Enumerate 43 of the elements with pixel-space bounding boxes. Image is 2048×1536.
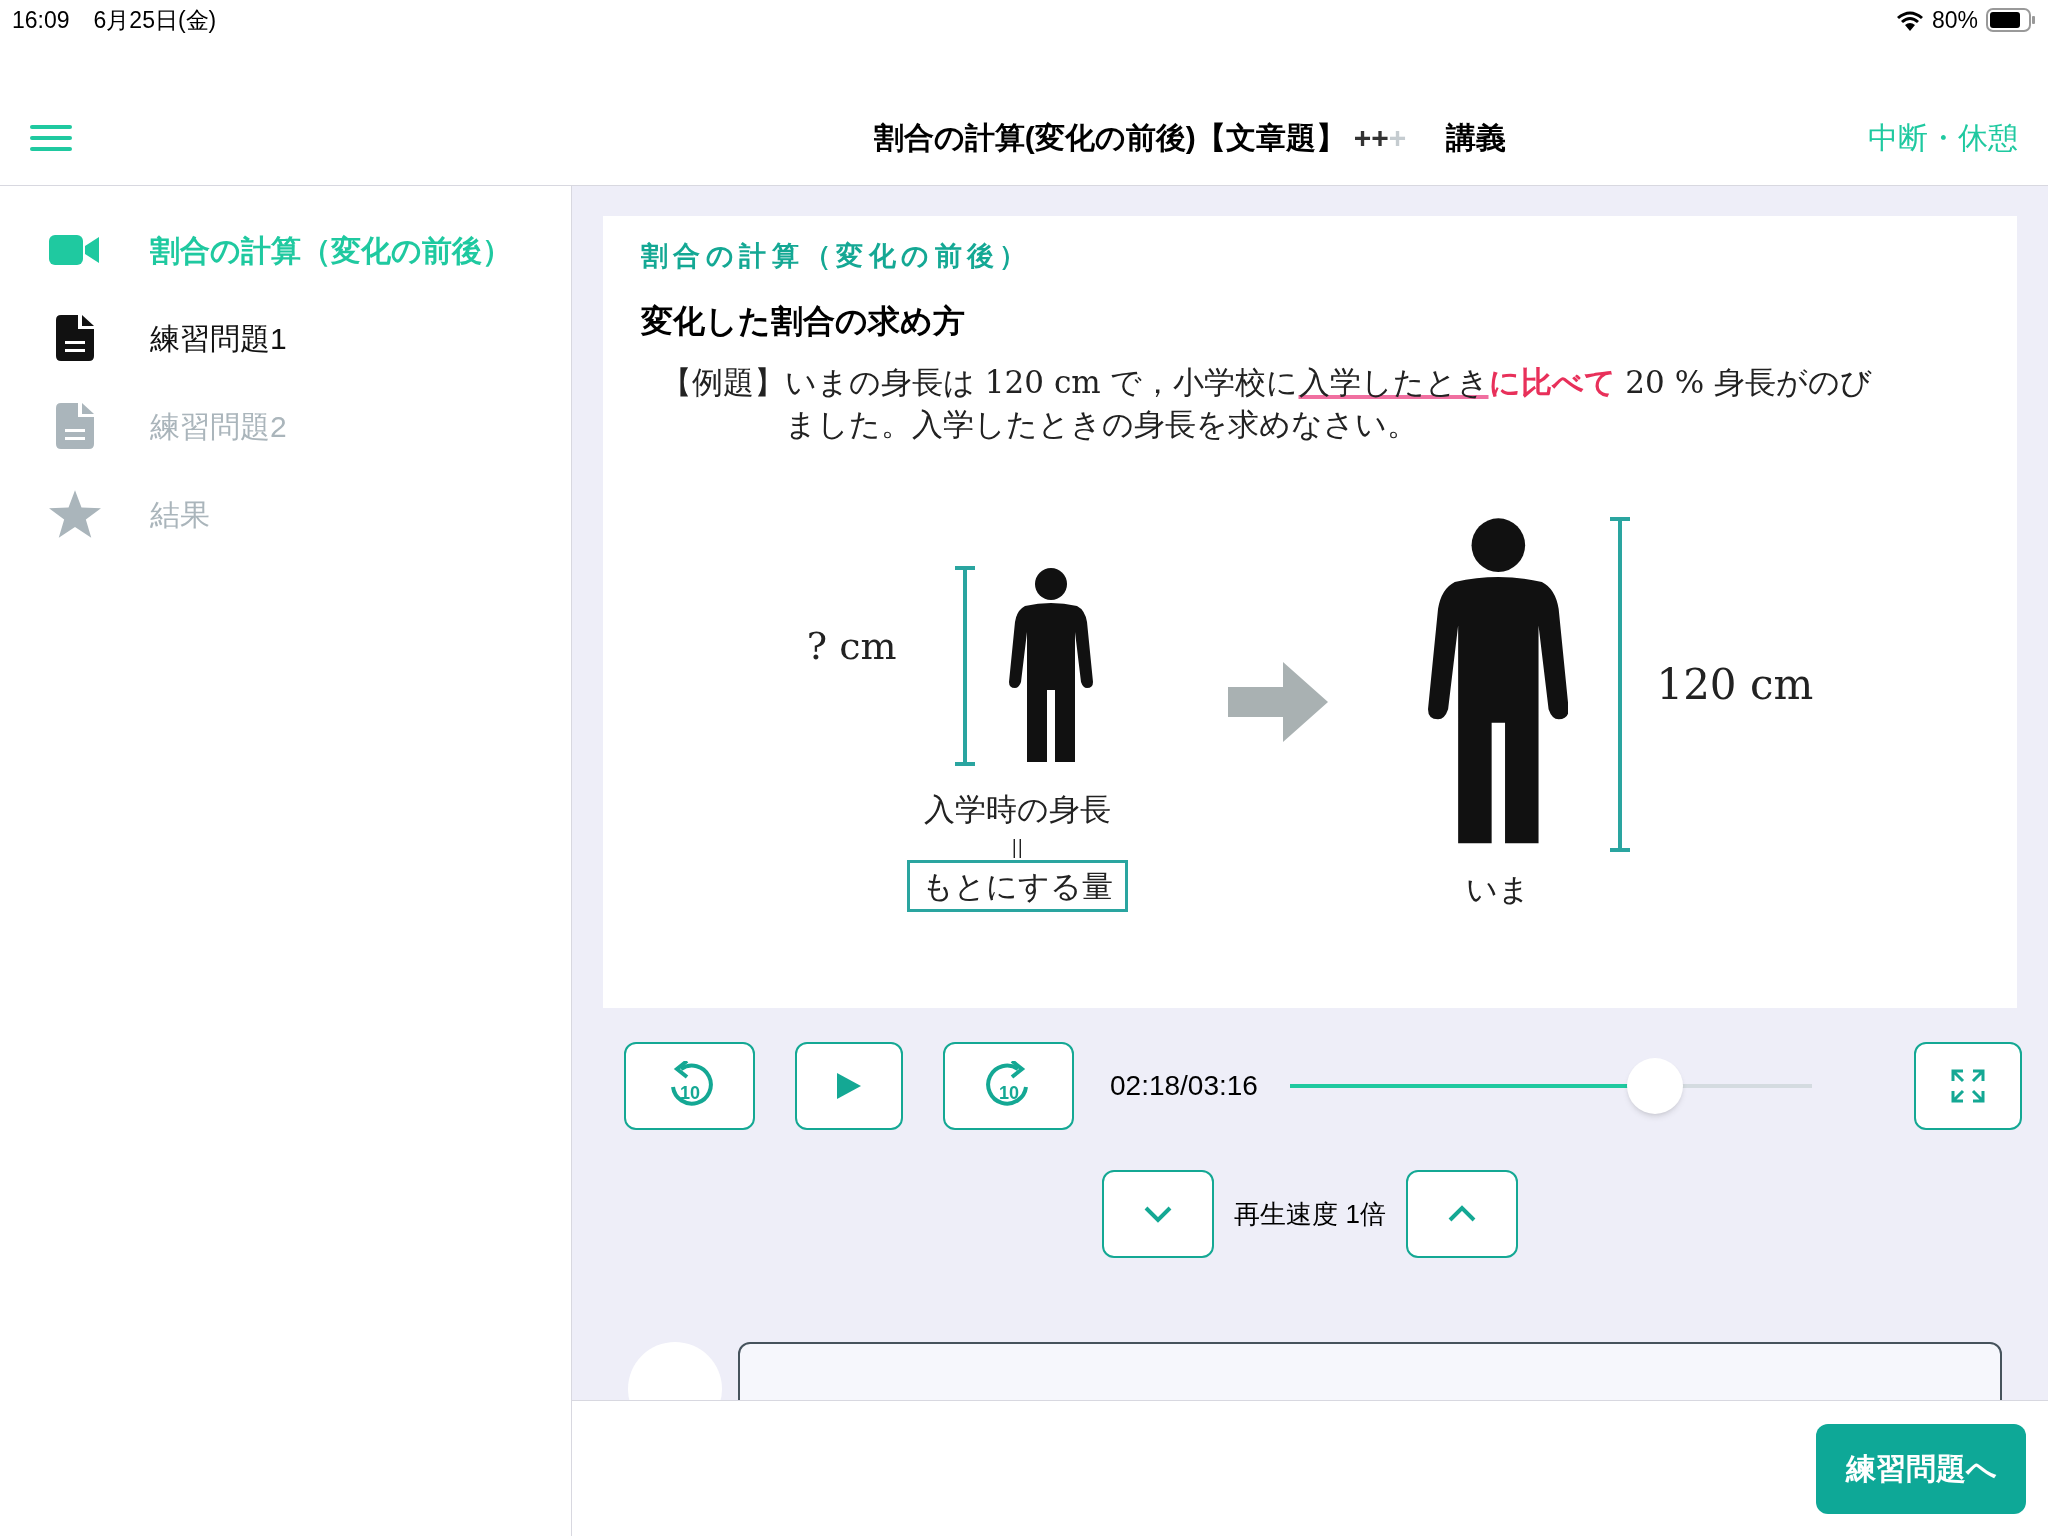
status-time: 16:09 bbox=[12, 5, 70, 35]
playback-time: 02:18/03:16 bbox=[1110, 1069, 1258, 1103]
level-mark: + bbox=[1388, 120, 1407, 156]
base-quantity-label: もとにする量 bbox=[906, 859, 1128, 912]
rewind-10-button[interactable]: 10 bbox=[624, 1042, 755, 1130]
chevron-up-icon bbox=[1446, 1205, 1477, 1223]
now-label: いま bbox=[1466, 869, 1531, 909]
fullscreen-icon bbox=[1951, 1069, 1985, 1103]
right-arrow-icon bbox=[1227, 662, 1328, 742]
height-label: ? cm bbox=[806, 622, 897, 670]
level-mark: + bbox=[1371, 120, 1389, 156]
speed-up-button[interactable] bbox=[1405, 1170, 1518, 1258]
example-label: 【例題】 bbox=[661, 362, 785, 402]
practice-button[interactable]: 練習問題へ bbox=[1816, 1423, 2026, 1514]
example-question: いまの身長は 120 cm で，小学校に入学したとき に比べて 20 % 身長がのびました。入学したときの身長を求めなさい。 bbox=[785, 362, 1873, 444]
status-date: 6月25日(金) bbox=[93, 5, 217, 35]
lesson-mode: 講義 bbox=[1446, 120, 1507, 156]
entry-height-label: 入学時の身長 bbox=[923, 790, 1111, 829]
forward-10-button[interactable]: 10 bbox=[943, 1042, 1074, 1130]
equals-mark: || bbox=[1011, 834, 1024, 860]
slide-heading: 変化した割合の求め方 bbox=[641, 301, 966, 341]
play-icon bbox=[835, 1071, 863, 1101]
speed-down-button[interactable] bbox=[1102, 1170, 1215, 1258]
seek-thumb[interactable] bbox=[1627, 1058, 1684, 1114]
sidebar-item[interactable]: 割合の計算（変化の前後） bbox=[150, 227, 512, 273]
play-button[interactable] bbox=[795, 1042, 903, 1130]
video-camera-icon bbox=[49, 235, 101, 265]
document-icon bbox=[56, 315, 94, 361]
level-mark: + bbox=[1353, 120, 1372, 156]
battery-percent: 80% bbox=[1931, 5, 1978, 35]
star-icon bbox=[49, 490, 101, 538]
wifi-icon bbox=[1895, 9, 1924, 31]
fullscreen-button[interactable] bbox=[1914, 1042, 2022, 1130]
height-label: 120 cm bbox=[1656, 659, 1814, 711]
pause-link[interactable]: 中断・休憩 bbox=[1868, 115, 2018, 160]
menu-icon[interactable] bbox=[30, 124, 72, 151]
sidebar-item[interactable]: 練習問題1 bbox=[150, 315, 287, 361]
battery-icon bbox=[1986, 8, 2036, 32]
slide-section-title: 割合の計算（変化の前後） bbox=[641, 240, 1033, 273]
document-icon bbox=[56, 403, 94, 449]
lesson-title: 割合の計算(変化の前後)【文章題】 bbox=[873, 120, 1346, 156]
playback-speed: 再生速度 1倍 bbox=[1234, 1197, 1386, 1231]
chevron-down-icon bbox=[1143, 1205, 1174, 1223]
